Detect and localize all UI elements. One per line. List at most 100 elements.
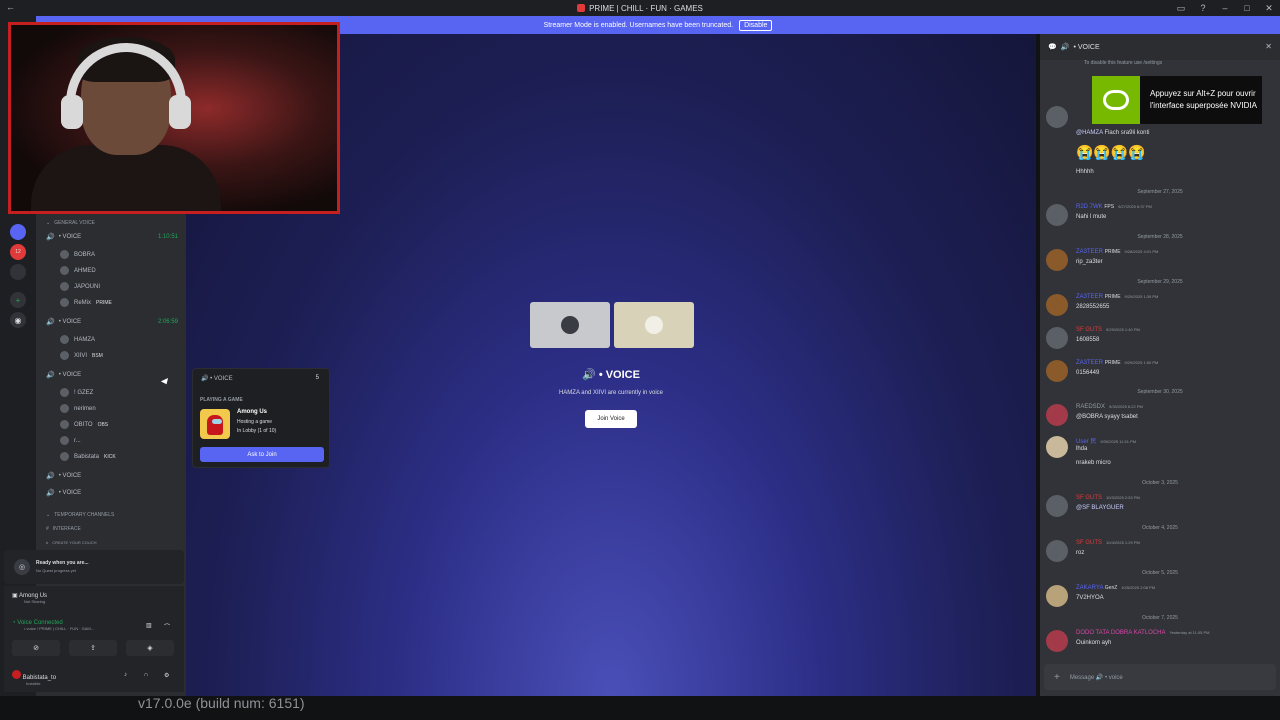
text-channel-create[interactable]: # CREATE YOUR COUCH xyxy=(46,540,97,545)
voice-channel-4[interactable]: 🔊 • VOICE xyxy=(46,472,81,480)
avatar xyxy=(12,670,21,679)
avatar xyxy=(561,316,579,334)
avatar xyxy=(1046,327,1068,349)
popout-header: 🔊 • VOICE xyxy=(201,376,233,382)
minimize-button[interactable]: – xyxy=(1214,3,1236,13)
voice-channel-3[interactable]: 🔊 • VOICE xyxy=(46,371,81,379)
member-item[interactable]: r... xyxy=(60,436,81,445)
date-separator: October 4, 2025 xyxy=(1142,525,1178,531)
avatar xyxy=(60,388,69,397)
close-button[interactable]: ✕ xyxy=(1258,3,1280,14)
member-item[interactable]: JAPOUNI xyxy=(60,282,100,291)
join-voice-button[interactable]: Join Voice xyxy=(585,410,637,428)
add-server-icon[interactable]: + xyxy=(10,292,26,308)
camera-off-button[interactable]: ⊘ xyxy=(12,640,60,656)
voice-connected-status[interactable]: ◔ Voice Connected • voice / PRIME | CHIL… xyxy=(12,620,94,632)
back-arrow-icon[interactable]: ← xyxy=(6,2,15,12)
voice-channel-1[interactable]: 🔊 • VOICE xyxy=(46,233,81,241)
voice-chat-panel: 💬 🔊 • VOICE ✕ To disable this feature use … xyxy=(1040,34,1280,696)
help-icon[interactable]: ? xyxy=(1192,3,1214,13)
category-general[interactable]: ⌄ GENERAL VOICE xyxy=(46,220,95,226)
activity-row[interactable]: ▣ Among Us Not Sharing xyxy=(12,592,47,605)
member-item[interactable]: OBITO OBS xyxy=(60,420,108,429)
avatar xyxy=(60,420,69,429)
role-tag: OBS xyxy=(97,421,109,428)
mic-icon[interactable]: ♪ xyxy=(124,672,127,678)
disable-button[interactable]: Disable xyxy=(739,19,773,31)
participant-tile-xiivi[interactable] xyxy=(614,302,694,348)
avatar xyxy=(1046,204,1068,226)
category-temporary[interactable]: ⌄ TEMPORARY CHANNELS xyxy=(46,512,114,518)
inbox-icon[interactable]: ▭ xyxy=(1170,3,1192,14)
screen-share-button[interactable]: ⇪ xyxy=(69,640,117,656)
headphones-icon[interactable]: ∩ xyxy=(144,672,148,678)
server-icon xyxy=(577,4,586,12)
voice-timer-2: 2:06:59 xyxy=(157,319,178,325)
noise-suppression-icon[interactable]: ▥ xyxy=(146,622,152,629)
nvidia-logo-icon xyxy=(1092,76,1140,124)
user-info[interactable]: Babistata_to Invisible xyxy=(12,670,56,687)
member-item[interactable]: nerimen xyxy=(60,404,96,413)
avatar xyxy=(1046,249,1068,271)
member-item[interactable]: XIIVI BSM xyxy=(60,351,103,360)
close-chat-icon[interactable]: ✕ xyxy=(1265,42,1272,51)
server-icon-2[interactable] xyxy=(10,264,26,280)
quest-subtitle: No Quest progress yet xyxy=(36,568,77,573)
member-item[interactable]: ! GZEZ xyxy=(60,388,93,397)
among-us-icon xyxy=(200,409,230,439)
window-title: PRIME | CHILL · FUN · GAMES xyxy=(589,3,703,13)
discover-icon[interactable]: ◉ xyxy=(10,312,26,328)
user-status: Invisible xyxy=(26,681,41,686)
hash-icon: # xyxy=(46,526,49,532)
avatar xyxy=(1046,540,1068,562)
server-badge[interactable]: 12 xyxy=(10,244,26,260)
avatar xyxy=(1046,436,1068,458)
speaker-icon: 🔊 xyxy=(46,234,55,241)
avatar xyxy=(60,436,69,445)
member-item[interactable]: HAMZA xyxy=(60,335,95,344)
avatar xyxy=(60,298,69,307)
voice-channel-5[interactable]: 🔊 • VOICE xyxy=(46,489,81,497)
member-item[interactable]: ReMix PRIME xyxy=(60,298,112,307)
voice-channel-popout: 🔊 • VOICE 5 PLAYING A GAME Among Us Host… xyxy=(192,368,330,468)
message-placeholder: Message 🔊 • voice xyxy=(1069,674,1123,681)
member-item[interactable]: Babistata KICK xyxy=(60,452,116,461)
speaker-icon: 🔊 xyxy=(582,369,596,381)
server-icon-1[interactable] xyxy=(10,224,26,240)
disconnect-icon[interactable]: ⌒ xyxy=(164,622,170,631)
title-bar: ← PRIME | CHILL · FUN · GAMES ▭ ? – □ ✕ xyxy=(0,0,1280,16)
avatar xyxy=(1046,630,1068,652)
settings-gear-icon[interactable]: ⚙ xyxy=(164,672,169,679)
member-item[interactable]: BOBRA xyxy=(60,250,95,259)
add-attachment-icon[interactable]: + xyxy=(1054,672,1060,683)
role-tag: PRIME xyxy=(96,299,112,306)
user-panel: ▣ Among Us Not Sharing ◔ Voice Connected… xyxy=(4,586,184,692)
text-channel-interface[interactable]: # INTERFACE xyxy=(46,526,81,532)
quest-icon: ◎ xyxy=(14,559,30,575)
date-separator: September 30, 2025 xyxy=(1137,389,1183,395)
activity-status: Not Sharing xyxy=(24,599,46,604)
avatar xyxy=(1046,404,1068,426)
quest-card[interactable]: ◎ Ready when you are... No Quest progres… xyxy=(4,550,184,584)
game-icon: ▣ xyxy=(12,593,18,599)
nvidia-toast-text: Appuyez sur Alt+Z pour ouvrir l'interfac… xyxy=(1150,89,1257,110)
chat-header: 💬 🔊 • VOICE xyxy=(1040,34,1280,60)
avatar xyxy=(1046,294,1068,316)
activity-button[interactable]: ◈ xyxy=(126,640,174,656)
avatar xyxy=(1046,106,1068,128)
date-separator: October 7, 2025 xyxy=(1142,615,1178,621)
member-item[interactable]: AHMED xyxy=(60,266,96,275)
quest-title: Ready when you are... xyxy=(36,560,89,566)
chat-text: Hhhhh xyxy=(1076,169,1094,175)
ask-to-join-button[interactable]: Ask to Join xyxy=(200,447,324,462)
hash-icon: # xyxy=(46,540,49,545)
voice-channel-2[interactable]: 🔊 • VOICE xyxy=(46,318,81,326)
speaker-icon: 🔊 xyxy=(46,473,55,480)
date-separator: September 29, 2025 xyxy=(1137,279,1183,285)
nvidia-overlay-toast: Appuyez sur Alt+Z pour ouvrir l'interfac… xyxy=(1092,76,1262,124)
avatar xyxy=(645,316,663,334)
participant-tile-hamza[interactable] xyxy=(530,302,610,348)
chat-text: nrakeb micro xyxy=(1076,460,1111,466)
maximize-button[interactable]: □ xyxy=(1236,3,1258,13)
chat-message-input[interactable]: + Message 🔊 • voice xyxy=(1044,664,1276,690)
